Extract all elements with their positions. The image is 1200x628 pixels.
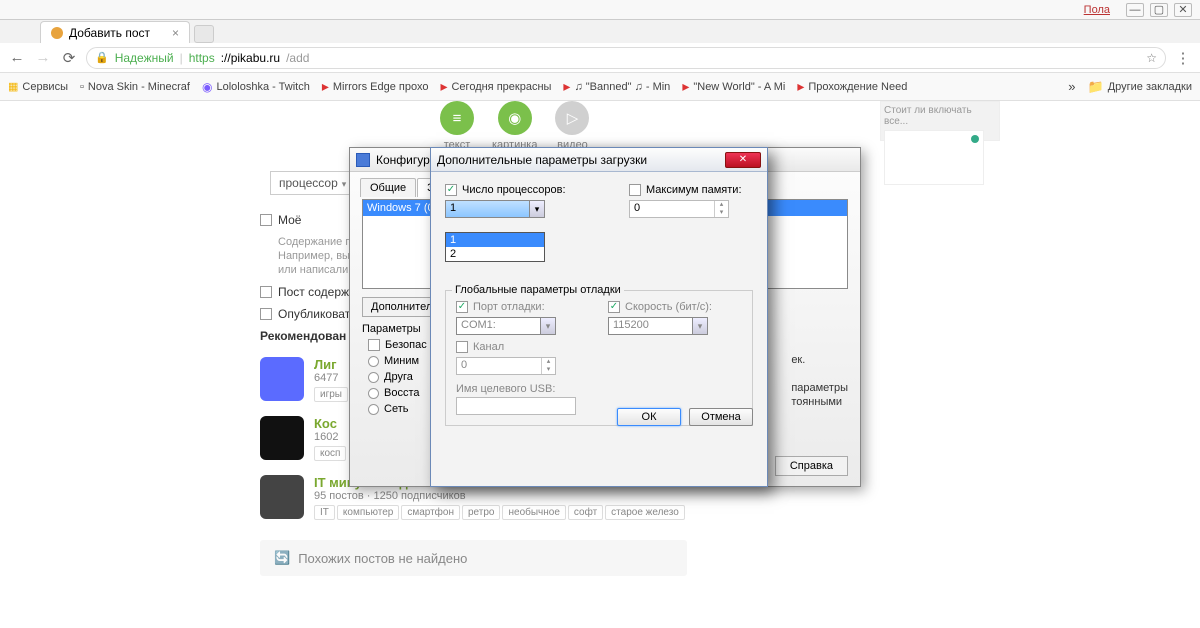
usb-label: Имя целевого USB: xyxy=(456,383,742,395)
community-tag[interactable]: компьютер xyxy=(337,505,399,520)
tab-general[interactable]: Общие xyxy=(360,178,416,197)
community-tag[interactable]: ретро xyxy=(462,505,501,520)
channel-input: 0▴▾ xyxy=(456,357,556,375)
tab-title: Добавить пост xyxy=(69,26,150,40)
back-button[interactable]: ← xyxy=(8,49,26,66)
reload-button[interactable]: ⟳ xyxy=(60,49,78,67)
preview-card: Стоит ли включать все... xyxy=(880,101,1000,141)
play-icon: ▷ xyxy=(555,101,589,135)
dropdown-option[interactable]: 2 xyxy=(446,247,544,261)
usb-input xyxy=(456,397,576,415)
new-tab-button[interactable] xyxy=(194,25,214,43)
cancel-button[interactable]: Отмена xyxy=(689,408,753,426)
browser-tab[interactable]: Добавить пост × xyxy=(40,21,190,43)
community-tag[interactable]: IT xyxy=(314,505,335,520)
close-window-button[interactable]: ✕ xyxy=(1174,3,1192,17)
tab-bar: Добавить пост × xyxy=(0,20,1200,43)
lock-icon: 🔒 xyxy=(95,51,109,64)
bookmarks-bar: ▦ Сервисы ▫Nova Skin - Minecraf ◉Lololos… xyxy=(0,73,1200,101)
favicon xyxy=(51,27,63,39)
community-tag[interactable]: смартфон xyxy=(401,505,460,520)
cpu-count-checkbox[interactable]: Число процессоров: xyxy=(445,184,569,196)
secure-label: Надежный xyxy=(115,51,174,65)
max-memory-checkbox[interactable]: Максимум памяти: xyxy=(629,184,753,196)
community-tag[interactable]: софт xyxy=(568,505,603,520)
ok-button[interactable]: ОК xyxy=(617,408,681,426)
bookmark-item[interactable]: ▸Сегодня прекрасны xyxy=(440,78,551,95)
cpu-count-dropdown[interactable]: 1 2 xyxy=(445,232,545,262)
close-icon[interactable]: ✕ xyxy=(725,152,761,168)
menu-icon[interactable]: ⋮ xyxy=(1174,49,1192,67)
overflow-icon[interactable]: » xyxy=(1068,79,1075,94)
tag-input[interactable]: процессор▾ xyxy=(270,171,355,195)
help-button[interactable]: Справка xyxy=(775,456,848,476)
bookmark-item[interactable]: ▸Прохождение Need xyxy=(797,78,907,95)
debug-port-checkbox: Порт отладки: xyxy=(456,301,590,313)
community-tag[interactable]: старое железо xyxy=(605,505,685,520)
tool-image[interactable]: ◉картинка xyxy=(492,101,537,151)
debug-speed-select: 115200▾ xyxy=(608,317,708,335)
debug-speed-checkbox: Скорость (бит/с): xyxy=(608,301,742,313)
refresh-icon: 🔄 xyxy=(274,550,290,566)
url-scheme: https xyxy=(189,51,215,65)
msconfig-icon xyxy=(356,153,370,167)
dialog-titlebar[interactable]: Дополнительные параметры загрузки ✕ xyxy=(431,148,767,172)
other-bookmarks[interactable]: 📁Другие закладки xyxy=(1088,79,1192,95)
community-avatar xyxy=(260,475,304,519)
chevron-down-icon: ▾ xyxy=(529,201,544,217)
no-similar-notice: 🔄 Похожих постов не найдено xyxy=(260,540,687,576)
close-tab-icon[interactable]: × xyxy=(172,26,179,40)
channel-checkbox: Канал xyxy=(456,341,590,353)
bookmark-item[interactable]: ◉Lololoshka - Twitch xyxy=(202,80,310,94)
text-icon: ≡ xyxy=(440,101,474,135)
community-tag[interactable]: необычное xyxy=(502,505,565,520)
minimize-button[interactable]: — xyxy=(1126,3,1144,17)
address-bar: ← → ⟳ 🔒 Надежный | https://pikabu.ru/add… xyxy=(0,43,1200,73)
cpu-count-select[interactable]: 1▾ xyxy=(445,200,545,218)
maximize-button[interactable]: ▢ xyxy=(1150,3,1168,17)
max-memory-input[interactable]: 0▴▾ xyxy=(629,200,729,218)
dropdown-option[interactable]: 1 xyxy=(446,233,544,247)
bookmark-item[interactable]: ▸♫ "Banned" ♫ - Min xyxy=(563,78,670,95)
bookmark-item[interactable]: ▫Nova Skin - Minecraf xyxy=(80,81,190,93)
camera-icon: ◉ xyxy=(498,101,532,135)
apps-button[interactable]: ▦ Сервисы xyxy=(8,80,68,93)
window-titlebar: Пола — ▢ ✕ xyxy=(0,0,1200,20)
tool-text[interactable]: ≡текст xyxy=(440,101,474,151)
bookmark-item[interactable]: ▸Mirrors Edge прохо xyxy=(322,78,429,95)
bookmark-star-icon[interactable]: ☆ xyxy=(1146,51,1157,65)
debug-group: Глобальные параметры отладки Порт отладк… xyxy=(445,290,753,426)
bookmark-item[interactable]: ▸"New World" - A Mi xyxy=(682,78,785,95)
tool-video[interactable]: ▷видео xyxy=(555,101,589,151)
url-field[interactable]: 🔒 Надежный | https://pikabu.ru/add ☆ xyxy=(86,47,1166,69)
advanced-boot-dialog[interactable]: Дополнительные параметры загрузки ✕ Числ… xyxy=(430,147,768,487)
boot-info: ек. параметры тоянными xyxy=(791,353,848,409)
forward-button: → xyxy=(34,49,52,66)
profile-name[interactable]: Пола xyxy=(1084,4,1110,16)
debug-port-select: COM1:▾ xyxy=(456,317,556,335)
